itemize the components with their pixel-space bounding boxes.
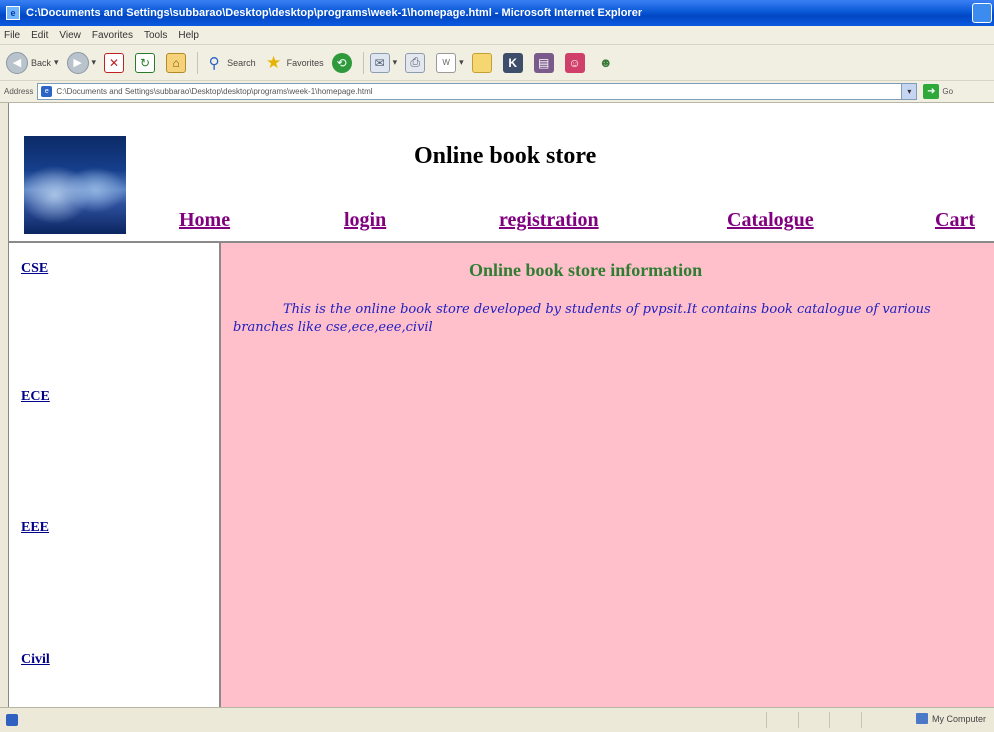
home-button[interactable]: ⌂	[166, 52, 189, 73]
history-icon: ⟲	[331, 52, 352, 73]
menu-edit[interactable]: Edit	[31, 30, 48, 41]
contacts-button[interactable]: ☻	[596, 53, 619, 73]
favorites-button[interactable]: ★ Favorites	[264, 53, 324, 73]
research-button[interactable]: ▤	[533, 52, 557, 73]
search-icon: ⚲	[208, 54, 220, 72]
address-value: C:\Documents and Settings\subbarao\Deskt…	[56, 87, 373, 96]
go-label: Go	[942, 87, 954, 96]
print-icon: ⎙	[405, 52, 426, 73]
go-button[interactable]: ➜ Go	[923, 84, 953, 99]
menu-help[interactable]: Help	[178, 30, 199, 41]
k-button[interactable]: K	[502, 52, 526, 73]
content-panel: Online book store information This is th…	[221, 241, 994, 707]
nav-registration-link[interactable]: registration	[499, 209, 599, 232]
sidebar-link-cse[interactable]: CSE	[21, 261, 48, 277]
edit-button[interactable]: W ▾	[436, 52, 464, 73]
edit-dropdown-icon: ▾	[459, 57, 464, 67]
address-bar: Address e C:\Documents and Settings\subb…	[0, 81, 994, 103]
folder-button[interactable]	[471, 52, 495, 73]
toolbar-separator	[197, 51, 199, 74]
web-page: Online book store Home login registratio…	[8, 103, 994, 707]
sidebar-link-ece[interactable]: ECE	[21, 389, 50, 405]
search-label: Search	[227, 57, 256, 68]
search-button[interactable]: ⚲ Search	[204, 53, 256, 73]
toolbar: ◀ Back ▾ ▶ ▾ ✕ ↻ ⌂ ⚲ Search ★ Favorites …	[0, 45, 994, 81]
address-dropdown-icon[interactable]: ▾	[901, 84, 917, 99]
site-title: Online book store	[414, 143, 597, 169]
stop-icon: ✕	[104, 52, 125, 73]
forward-arrow-icon: ▶	[66, 51, 89, 74]
content-title: Online book store information	[469, 260, 703, 280]
title-bar: e C:\Documents and Settings\subbarao\Des…	[0, 0, 994, 26]
page-status-icon	[6, 714, 18, 726]
content-description: This is the online book store developed …	[233, 302, 931, 335]
back-label: Back	[31, 57, 52, 68]
ie-icon: e	[6, 6, 20, 20]
refresh-icon: ↻	[135, 52, 156, 73]
window-control-button[interactable]	[972, 3, 992, 23]
status-panes	[766, 712, 892, 728]
status-pane	[766, 712, 798, 728]
mail-button[interactable]: ✉ ▾	[369, 52, 398, 73]
address-label: Address	[4, 87, 34, 96]
page-header: Online book store Home login registratio…	[9, 103, 994, 241]
mail-dropdown-icon: ▾	[392, 57, 398, 67]
status-pane	[860, 712, 893, 728]
favorites-label: Favorites	[286, 57, 324, 68]
k-app-icon: K	[502, 52, 523, 73]
refresh-button[interactable]: ↻	[135, 52, 158, 73]
forward-button[interactable]: ▶ ▾	[66, 51, 97, 74]
toolbar-separator	[362, 51, 364, 74]
stop-button[interactable]: ✕	[104, 52, 127, 73]
address-input[interactable]: e C:\Documents and Settings\subbarao\Des…	[37, 83, 918, 100]
edit-page-icon: W	[436, 52, 457, 73]
go-arrow-icon: ➜	[923, 84, 940, 99]
window-title: C:\Documents and Settings\subbarao\Deskt…	[26, 7, 643, 19]
status-pane	[829, 712, 861, 728]
folder-icon	[471, 52, 492, 73]
nav-catalogue-link[interactable]: Catalogue	[727, 209, 814, 232]
mail-icon: ✉	[369, 52, 390, 73]
menu-file[interactable]: File	[4, 30, 20, 41]
users-icon: ☻	[598, 55, 613, 70]
home-icon: ⌂	[166, 52, 187, 73]
print-button[interactable]: ⎙	[405, 52, 428, 73]
history-button[interactable]: ⟲	[331, 52, 355, 73]
menu-view[interactable]: View	[59, 30, 81, 41]
status-bar: My Computer	[0, 707, 994, 732]
messenger-icon: ☺	[564, 52, 585, 73]
store-logo-image	[24, 136, 126, 234]
menu-favorites[interactable]: Favorites	[92, 30, 133, 41]
security-zone: My Computer	[915, 713, 986, 724]
forward-dropdown-icon: ▾	[91, 57, 97, 67]
back-dropdown-icon: ▾	[54, 57, 59, 67]
nav-login-link[interactable]: login	[344, 209, 386, 232]
nav-cart-link[interactable]: Cart	[935, 209, 975, 232]
computer-icon	[915, 713, 928, 724]
research-book-icon: ▤	[533, 52, 554, 73]
nav-home-link[interactable]: Home	[179, 209, 230, 232]
menu-tools[interactable]: Tools	[144, 30, 167, 41]
status-pane	[797, 712, 830, 728]
zone-label: My Computer	[931, 713, 986, 724]
messenger-button[interactable]: ☺	[564, 52, 588, 73]
menu-bar: File Edit View Favorites Tools Help	[0, 26, 994, 45]
sidebar-link-civil[interactable]: Civil	[21, 652, 50, 668]
back-arrow-icon: ◀	[6, 51, 28, 74]
sidebar-link-eee[interactable]: EEE	[21, 520, 49, 536]
sidebar: CSE ECE EEE Civil	[9, 241, 221, 707]
back-button[interactable]: ◀ Back ▾	[6, 51, 59, 74]
page-icon: e	[41, 86, 53, 97]
favorites-star-icon: ★	[265, 52, 282, 72]
